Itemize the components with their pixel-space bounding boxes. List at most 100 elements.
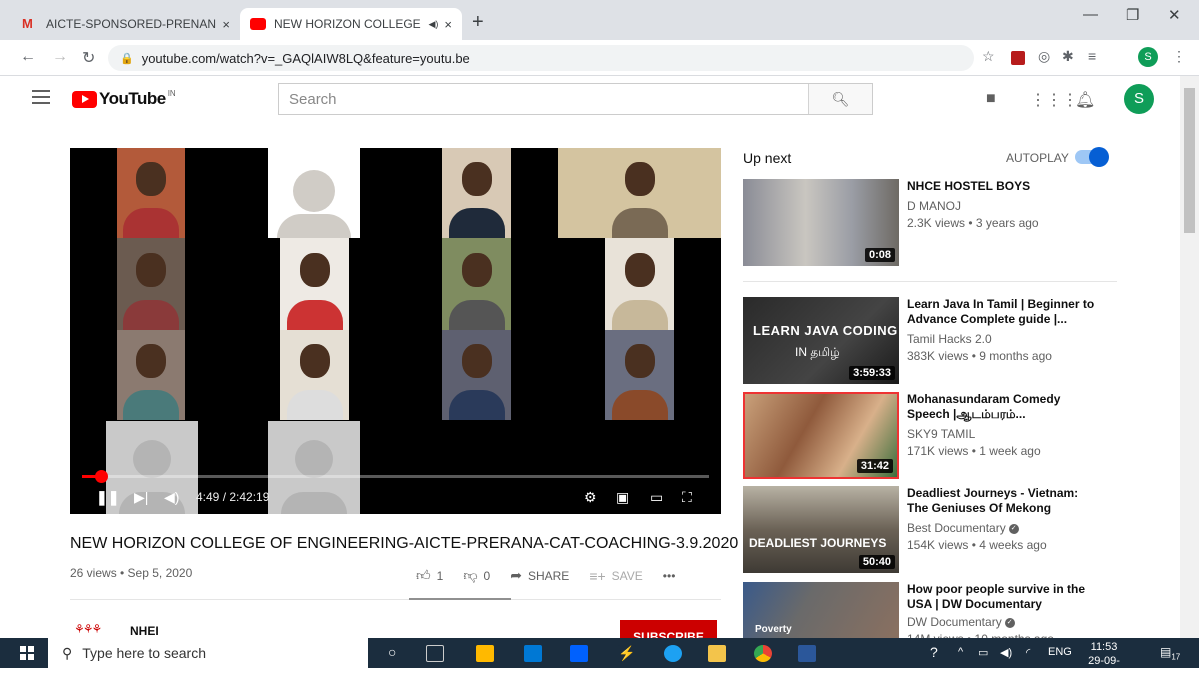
dropbox-icon[interactable] bbox=[570, 645, 588, 662]
dislike-button[interactable]: 👎︎ 0 bbox=[463, 567, 490, 584]
search-input[interactable] bbox=[279, 84, 808, 114]
store-icon[interactable] bbox=[476, 645, 494, 662]
forward-icon[interactable]: → bbox=[52, 48, 68, 66]
page-scrollbar[interactable] bbox=[1180, 76, 1199, 638]
verified-check-icon: ✓ bbox=[1008, 523, 1019, 534]
language-indicator[interactable]: ENG bbox=[1048, 646, 1072, 658]
channel-logo[interactable]: ⚘⚘⚘ bbox=[74, 622, 102, 636]
reading-list-icon[interactable]: ≡ bbox=[1088, 48, 1096, 64]
video-thumbnail[interactable]: DEADLIEST JOURNEYS 50:40 bbox=[743, 486, 899, 573]
avatar[interactable]: S bbox=[1124, 84, 1154, 114]
volume-icon[interactable]: ◀) bbox=[164, 489, 179, 506]
progress-bar[interactable] bbox=[82, 470, 709, 483]
media-icon[interactable]: ⚡ bbox=[618, 645, 636, 662]
recommendation-channel[interactable]: Tamil Hacks 2.0 bbox=[907, 332, 992, 346]
recommendation-channel[interactable]: Best Documentary ✓ bbox=[907, 521, 1019, 535]
tab-youtube[interactable]: NEW HORIZON COLLEGE OF ◀) × bbox=[240, 8, 462, 40]
tab-title: AICTE-SPONSORED-PRENANA-F bbox=[46, 17, 217, 31]
verified-check-icon: ✓ bbox=[1004, 617, 1015, 628]
minimize-button[interactable]: — bbox=[1083, 6, 1098, 23]
recommendation-title[interactable]: How poor people survive in the USA | DW … bbox=[907, 582, 1097, 612]
participant-tile bbox=[442, 148, 511, 238]
fullscreen-icon[interactable]: ⛶ bbox=[682, 489, 692, 506]
back-icon[interactable]: ← bbox=[20, 48, 36, 66]
youtube-logo[interactable]: YouTube IN bbox=[72, 89, 176, 109]
clock[interactable]: 11:53 29-09-2020 bbox=[1082, 640, 1126, 682]
restore-button[interactable]: ❐ bbox=[1126, 6, 1139, 24]
close-tab-icon[interactable]: × bbox=[222, 17, 230, 32]
new-tab-button[interactable]: + bbox=[472, 11, 484, 34]
browser-profile-avatar[interactable]: S bbox=[1138, 47, 1158, 67]
search-button[interactable]: 🔍︎ bbox=[808, 84, 872, 114]
divider bbox=[70, 599, 721, 600]
cortana-icon[interactable]: ○ bbox=[388, 644, 396, 660]
windows-taskbar: ⚲ Type here to search ○ ⚡ ? ^ ▭ ◀) ◜ ENG… bbox=[0, 638, 1199, 681]
search-icon: ⚲ bbox=[62, 644, 73, 661]
pdf-extension-icon[interactable] bbox=[1011, 51, 1025, 65]
dislike-count: 0 bbox=[483, 568, 491, 583]
scrollbar-thumb[interactable] bbox=[1184, 88, 1195, 233]
windows-start-icon[interactable] bbox=[20, 646, 34, 660]
recommendation-channel[interactable]: DW Documentary ✓ bbox=[907, 615, 1015, 629]
file-explorer-icon[interactable] bbox=[708, 645, 726, 662]
participant-placeholder bbox=[268, 421, 360, 514]
duration-badge: 3:59:33 bbox=[849, 366, 895, 380]
miniplayer-icon[interactable]: ▣ bbox=[616, 489, 629, 506]
autoplay-toggle[interactable] bbox=[1075, 147, 1109, 167]
settings-gear-icon[interactable]: ⚙ bbox=[584, 489, 597, 506]
search-box: 🔍︎ bbox=[278, 83, 873, 115]
extensions-puzzle-icon[interactable]: ✱ bbox=[1062, 48, 1074, 65]
wifi-icon[interactable]: ◜ bbox=[1026, 646, 1030, 659]
video-thumbnail[interactable]: 0:08 bbox=[743, 179, 899, 266]
browser-menu-icon[interactable]: ⋮ bbox=[1172, 48, 1186, 65]
help-icon[interactable]: ? bbox=[930, 644, 938, 660]
share-button[interactable]: ➦ SHARE bbox=[510, 567, 569, 584]
close-window-button[interactable]: ✕ bbox=[1168, 6, 1181, 24]
extension-circle-icon[interactable]: ◎ bbox=[1038, 48, 1050, 65]
scrubber-handle[interactable] bbox=[94, 470, 108, 483]
video-player[interactable]: ❚❚ ▶| ◀) 4:49 / 2:42:19 ⚙ ▣ ▭ ⛶ bbox=[70, 148, 721, 514]
up-next-heading: Up next bbox=[743, 150, 792, 166]
mail-icon[interactable] bbox=[524, 645, 542, 662]
notifications-bell-icon[interactable]: 🔔︎ bbox=[1075, 90, 1095, 110]
subscribe-button[interactable]: SUBSCRIBE bbox=[620, 620, 717, 640]
video-thumbnail[interactable]: LEARN JAVA CODING IN தமிழ் 3:59:33 bbox=[743, 297, 899, 384]
video-actions: 👍︎ 1 👎︎ 0 ➦ SHARE ≡+ SAVE ••• bbox=[416, 567, 695, 584]
chrome-icon[interactable] bbox=[754, 645, 772, 662]
taskbar-search[interactable]: ⚲ Type here to search bbox=[48, 638, 368, 668]
volume-tray-icon[interactable]: ◀) bbox=[1000, 646, 1012, 659]
apps-grid-icon[interactable]: ⋮⋮⋮ bbox=[1030, 90, 1078, 110]
recommendation-channel[interactable]: SKY9 TAMIL bbox=[907, 427, 975, 441]
recommendation-channel[interactable]: D MANOJ bbox=[907, 199, 961, 213]
reload-icon[interactable]: ↻ bbox=[82, 48, 95, 68]
close-tab-icon[interactable]: × bbox=[444, 17, 452, 32]
url-text: youtube.com/watch?v=_GAQlAIW8LQ&feature=… bbox=[141, 50, 470, 66]
next-icon[interactable]: ▶| bbox=[134, 489, 148, 506]
notification-center-icon[interactable]: ▤17 bbox=[1160, 645, 1180, 661]
tab-gmail[interactable]: M AICTE-SPONSORED-PRENANA-F × bbox=[12, 8, 240, 40]
recommendation-title[interactable]: Learn Java In Tamil | Beginner to Advanc… bbox=[907, 297, 1097, 327]
menu-icon[interactable] bbox=[32, 90, 50, 108]
edge-icon[interactable] bbox=[664, 645, 682, 662]
audio-icon[interactable]: ◀) bbox=[428, 19, 438, 30]
pause-icon[interactable]: ❚❚ bbox=[96, 489, 119, 506]
battery-icon[interactable]: ▭ bbox=[978, 646, 988, 659]
video-thumbnail[interactable]: 31:42 bbox=[743, 392, 899, 479]
more-actions-button[interactable]: ••• bbox=[663, 567, 676, 584]
like-button[interactable]: 👍︎ 1 bbox=[416, 567, 443, 584]
recommendation-title[interactable]: NHCE HOSTEL BOYS bbox=[907, 179, 1097, 194]
channel-text: DW Documentary bbox=[907, 615, 1002, 629]
theater-mode-icon[interactable]: ▭ bbox=[650, 489, 663, 506]
save-button[interactable]: ≡+ SAVE bbox=[589, 567, 642, 584]
recommendation-title[interactable]: Mohanasundaram Comedy Speech |ஆடம்பரம்..… bbox=[907, 392, 1097, 422]
task-view-icon[interactable] bbox=[426, 645, 444, 662]
bookmark-star-icon[interactable]: ☆ bbox=[982, 48, 995, 65]
participant-tile bbox=[117, 148, 185, 238]
word-icon[interactable] bbox=[798, 645, 816, 662]
show-hidden-icons[interactable]: ^ bbox=[958, 646, 963, 658]
url-field[interactable]: 🔒 youtube.com/watch?v=_GAQlAIW8LQ&featur… bbox=[108, 45, 974, 71]
channel-name[interactable]: NHEI bbox=[130, 624, 159, 638]
recommendation-title[interactable]: Deadliest Journeys - Vietnam: The Genius… bbox=[907, 486, 1097, 516]
create-video-icon[interactable]: ■ bbox=[986, 90, 996, 108]
video-thumbnail[interactable]: Poverty bbox=[743, 582, 899, 638]
